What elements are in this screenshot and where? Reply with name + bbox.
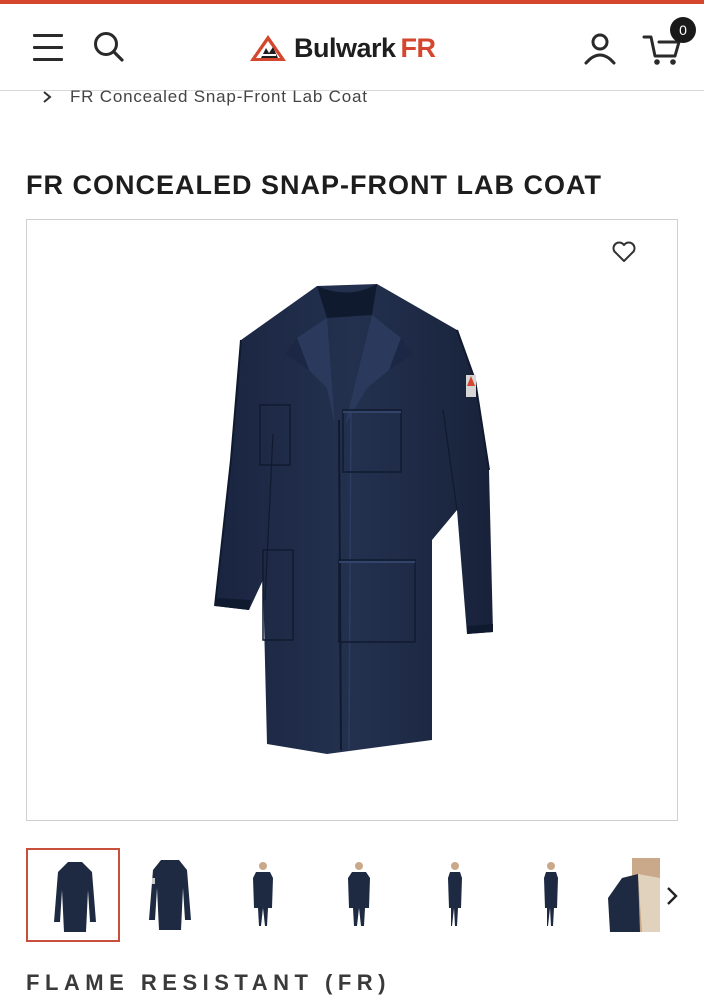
thumbnail-2[interactable]	[123, 848, 217, 942]
thumbnail-strip	[26, 848, 704, 944]
menu-button[interactable]	[30, 34, 66, 64]
menu-icon-line	[33, 46, 63, 49]
product-title: FR CONCEALED SNAP-FRONT LAB COAT	[26, 170, 602, 200]
thumbnail-image	[348, 862, 370, 926]
brand-logo[interactable]: Bulwark FR	[248, 31, 436, 65]
thumbnail-3[interactable]	[218, 848, 312, 942]
logo-mark-icon	[250, 35, 286, 61]
section-heading: FLAME RESISTANT (FR)	[26, 970, 392, 995]
thumbnail-5[interactable]	[408, 848, 502, 942]
thumbnail-image	[448, 862, 462, 926]
thumbnail-image	[54, 862, 96, 932]
thumbnail-4[interactable]	[313, 848, 407, 942]
product-image-container	[26, 219, 678, 821]
breadcrumb: FR Concealed Snap-Front Lab Coat	[40, 86, 368, 108]
thumbnail-image	[253, 862, 273, 926]
menu-icon-line	[33, 58, 63, 61]
thumbnail-next-button[interactable]	[660, 884, 684, 908]
brand-suffix: FR	[400, 32, 437, 63]
account-button[interactable]	[582, 30, 618, 68]
product-main-image[interactable]	[27, 220, 679, 822]
thumbnail-image	[544, 862, 558, 926]
thumbnail-image	[149, 860, 191, 930]
menu-icon-line	[33, 34, 63, 37]
heart-icon	[612, 241, 636, 262]
breadcrumb-current[interactable]: FR Concealed Snap-Front Lab Coat	[70, 87, 368, 107]
search-button[interactable]	[92, 30, 126, 64]
account-icon	[584, 33, 616, 65]
cart-count-badge: 0	[670, 17, 696, 43]
brand-name: Bulwark	[294, 32, 396, 63]
thumbnail-6[interactable]	[503, 848, 597, 942]
chevron-right-icon	[667, 887, 678, 905]
chevron-right-icon	[43, 91, 52, 103]
site-header: Bulwark FR	[0, 4, 704, 91]
search-icon	[94, 32, 124, 62]
thumbnail-1[interactable]	[26, 848, 120, 942]
wishlist-button[interactable]	[611, 240, 637, 264]
